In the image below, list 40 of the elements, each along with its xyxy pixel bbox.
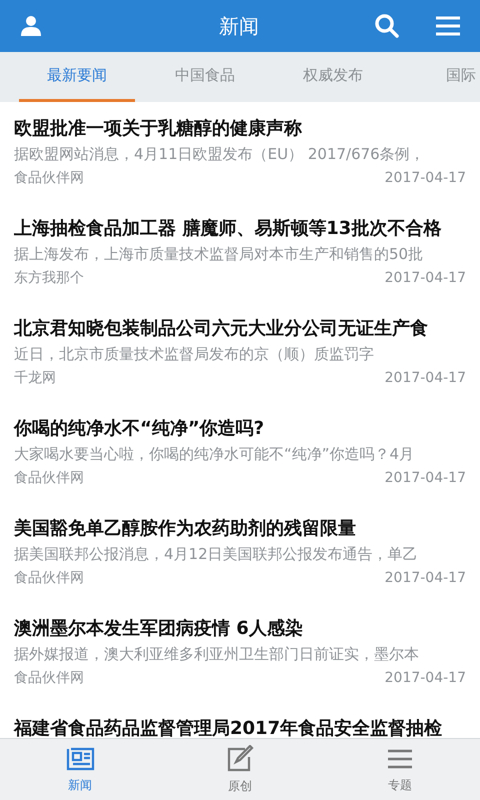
menu-icon[interactable]: [436, 15, 460, 37]
news-item[interactable]: 欧盟批准一项关于乳糖醇的健康声称 据欧盟网站消息，4月11日欧盟发布（EU） 2017/676条例， 食品伙伴网 2017-04-17: [0, 116, 480, 216]
news-item[interactable]: 北京君知晓包装制品公司六元大业分公司无证生产食 近日，北京市质量技术监督局发布的京（顺）质监罚字 千龙网 2017-04-17: [0, 316, 480, 416]
news-source: 东方我那个: [14, 269, 84, 288]
news-title: 北京君知晓包装制品公司六元大业分公司无证生产食: [14, 317, 429, 341]
user-icon[interactable]: [20, 15, 42, 37]
news-source: 食品伙伴网: [14, 669, 84, 688]
edit-icon: [225, 744, 255, 772]
header-title: 新闻: [219, 13, 259, 40]
news-date: 2017-04-17: [384, 369, 466, 388]
news-date: 2017-04-17: [384, 269, 466, 288]
news-summary: 据外媒报道，澳大利亚维多利亚州卫生部门日前证实，墨尔本: [14, 644, 420, 665]
news-item[interactable]: 你喝的纯净水不“纯净”你造吗? 大家喝水要当心啦，你喝的纯净水可能不“纯净”你造吗？4月 食品伙伴网 2017-04-17: [0, 416, 480, 516]
news-source: 食品伙伴网: [14, 569, 84, 588]
nav-tab[interactable]: 新闻: [0, 739, 160, 800]
news-summary: 据美国联邦公报消息，4月12日美国联邦公报发布通告，单乙: [14, 544, 419, 565]
category-tab[interactable]: 最新要闻: [19, 52, 135, 102]
news-summary: 大家喝水要当心啦，你喝的纯净水可能不“纯净”你造吗？4月: [14, 444, 416, 465]
news-item[interactable]: 澳洲墨尔本发生军团病疫情 6人感染 据外媒报道，澳大利亚维多利亚州卫生部门日前证实，墨尔本 食品伙伴网 2017-04-17: [0, 616, 480, 716]
news-source: 食品伙伴网: [14, 169, 84, 188]
news-date: 2017-04-17: [384, 169, 466, 188]
news-summary: 近日，北京市质量技术监督局发布的京（顺）质监罚字: [14, 344, 375, 365]
search-icon[interactable]: [374, 13, 400, 39]
news-item[interactable]: 美国豁免单乙醇胺作为农药助剂的残留限量 据美国联邦公报消息，4月12日美国联邦公报发布通告，单乙 食品伙伴网 2017-04-17: [0, 516, 480, 616]
nav-tab[interactable]: 专题: [320, 739, 480, 800]
news-title: 美国豁免单乙醇胺作为农药助剂的残留限量: [14, 517, 357, 541]
news-date: 2017-04-17: [384, 669, 466, 688]
news-summary: 据上海发布，上海市质量技术监督局对本市生产和销售的50批: [14, 244, 424, 265]
news-date: 2017-04-17: [384, 469, 466, 488]
news-summary: 据欧盟网站消息，4月11日欧盟发布（EU） 2017/676条例，: [14, 144, 426, 165]
news-title: 澳洲墨尔本发生军团病疫情 6人感染: [14, 617, 304, 641]
newspaper-icon: [65, 746, 95, 772]
news-title: 欧盟批准一项关于乳糖醇的健康声称: [14, 117, 303, 141]
news-title: 上海抽检食品加工器 膳魔师、易斯顿等13批次不合格: [14, 217, 442, 241]
nav-tab[interactable]: 原创: [160, 739, 320, 800]
news-source: 食品伙伴网: [14, 469, 84, 488]
news-date: 2017-04-17: [384, 569, 466, 588]
news-source: 千龙网: [14, 369, 56, 388]
news-title: 你喝的纯净水不“纯净”你造吗?: [14, 417, 266, 441]
news-item[interactable]: 上海抽检食品加工器 膳魔师、易斯顿等13批次不合格 据上海发布，上海市质量技术监督局对本市生产和销售的50批 东方我那个 2017-04-17: [0, 216, 480, 316]
